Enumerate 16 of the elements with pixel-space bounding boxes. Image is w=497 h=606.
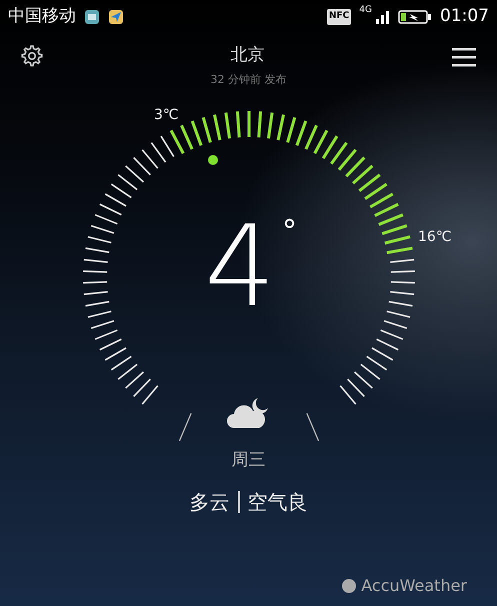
update-time: 32 分钟前 发布 (210, 72, 288, 88)
current-temperature-dot (208, 154, 218, 164)
network-type: 4G (359, 4, 372, 17)
city-name: 北京 (230, 44, 264, 68)
high-temperature: 16℃ (418, 228, 452, 246)
current-temperature: 4 (204, 210, 276, 322)
clock-time: 01:07 (440, 5, 489, 28)
nfc-indicator: NFC (327, 9, 352, 25)
carrier-name: 中国移动 (8, 5, 76, 28)
provider-name[interactable]: AccuWeather (361, 574, 467, 598)
air-quality: 空气良 (248, 489, 308, 516)
weekday: 周三 (230, 448, 266, 472)
weather-condition: 多云 (190, 489, 230, 516)
degree-symbol: ° (282, 216, 297, 246)
low-temperature: 3℃ (154, 106, 179, 124)
settings-icon[interactable] (20, 44, 44, 68)
